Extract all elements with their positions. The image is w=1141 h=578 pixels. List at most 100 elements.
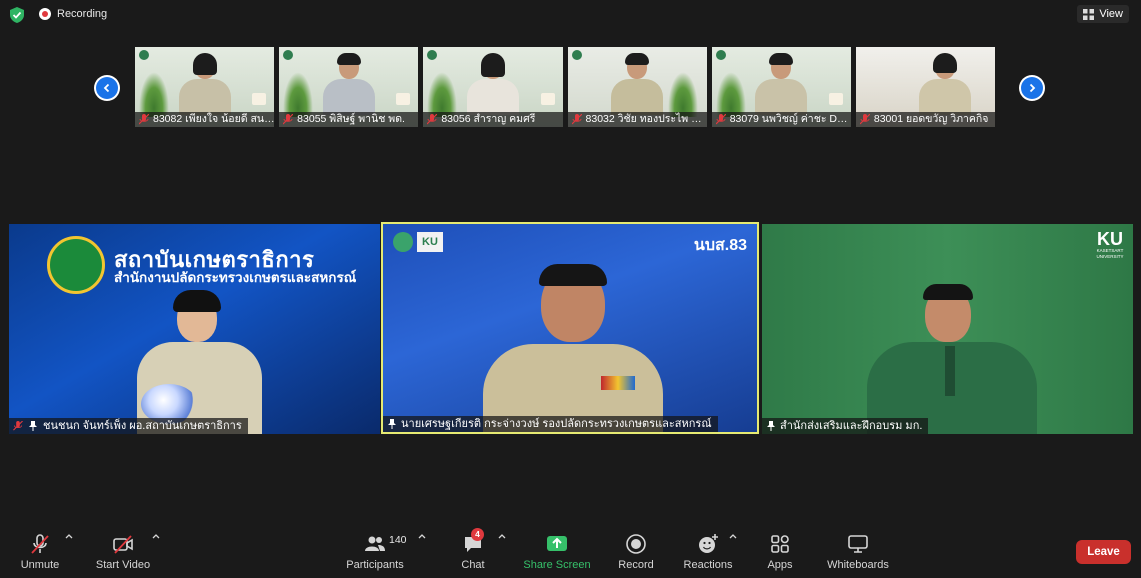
view-button[interactable]: View (1077, 5, 1129, 23)
record-dot-icon (39, 8, 51, 20)
video-tile-active-speaker[interactable]: KU นบส.83 นายเศรษฐเกียรติ กระจ่างวงษ์ รอ… (381, 222, 759, 434)
previous-page-button[interactable] (94, 75, 120, 101)
shield-check-icon[interactable] (10, 7, 24, 23)
participant-video (322, 53, 375, 115)
next-page-button[interactable] (1019, 75, 1045, 101)
program-brand: นบส.83 (693, 237, 747, 254)
banner-subtitle: สำนักงานปลัดกระทรวงเกษตรและสหกรณ์ (114, 270, 357, 285)
share-screen-button[interactable]: Share Screen (522, 522, 592, 578)
share-screen-icon (547, 536, 567, 551)
record-button[interactable]: Record (612, 522, 660, 578)
participant-video (755, 53, 808, 115)
pin-icon (767, 421, 775, 431)
participants-count: 140 (389, 534, 407, 546)
tile-caption: นายเศรษฐเกียรติ กระจ่างวงษ์ รองปลัดกระทร… (383, 416, 718, 432)
whiteboard-icon (848, 535, 868, 553)
mic-off-icon (139, 114, 149, 125)
mic-off-icon (283, 114, 294, 125)
unmute-label: Unmute (20, 559, 60, 571)
ku-logo: KU KASETSART UNIVERSITY (1095, 230, 1125, 260)
participant-name: 83001 ยอดขวัญ วิภาคกิจ (855, 112, 996, 127)
tile-caption: สำนักส่งเสริมและฝึกอบรม มก. (762, 418, 929, 434)
unmute-button[interactable]: Unmute (14, 522, 66, 578)
participant-video (867, 284, 1037, 434)
record-label: Record (618, 559, 654, 571)
chevron-up-icon[interactable] (498, 533, 506, 539)
plant-decor (139, 72, 169, 117)
tile-caption: ชนชนก จันทร์เพ็ง ผอ.สถาบันเกษตราธิการ (9, 418, 248, 434)
plant-decor (283, 72, 314, 117)
participant-name: 83056 สำราญ คมศรี (423, 112, 563, 127)
plant-decor (667, 72, 698, 117)
ribbon-badge (601, 376, 635, 390)
participant-name: 83032 วิชัย ทองประไพ กร... (567, 112, 707, 127)
participant-thumbnail[interactable]: 83032 วิชัย ทองประไพ กร... (567, 47, 707, 127)
start-video-button[interactable]: Start Video (92, 522, 154, 578)
mic-off-icon (427, 114, 438, 125)
participant-thumbnail[interactable]: 83056 สำราญ คมศรี (423, 47, 563, 127)
video-off-icon (113, 535, 133, 554)
apps-icon (771, 535, 789, 553)
logo-group: KU (393, 232, 443, 252)
logo-icon (715, 50, 726, 60)
chat-button[interactable]: Chat 4 (453, 522, 493, 578)
reactions-button[interactable]: Reactions (680, 522, 736, 578)
whiteboards-button[interactable]: Whiteboards (822, 522, 894, 578)
participant-thumbnail[interactable]: 83001 ยอดขวัญ วิภาคกิจ (855, 47, 996, 127)
pin-icon (29, 421, 37, 431)
chevron-right-icon (1029, 83, 1036, 93)
ku-logo: KU (417, 232, 443, 252)
leave-button[interactable]: Leave (1076, 540, 1131, 564)
participant-name: สำนักส่งเสริมและฝึกอบรม มก. (780, 420, 923, 432)
participant-thumbnail[interactable]: 83082 เพียงใจ น้อยดี สนง... (135, 47, 275, 127)
participant-name: ชนชนก จันทร์เพ็ง ผอ.สถาบันเกษตราธิการ (43, 420, 242, 432)
mic-off-icon (715, 114, 726, 125)
top-bar: Recording View (0, 0, 1141, 30)
participant-name: 83082 เพียงใจ น้อยดี สนง... (135, 112, 275, 127)
participant-video (611, 53, 664, 115)
participant-video (483, 264, 663, 432)
participants-label: Participants (346, 559, 404, 571)
participants-button[interactable]: Participants (342, 522, 408, 578)
share-screen-label: Share Screen (523, 559, 591, 571)
chevron-up-icon[interactable] (65, 533, 73, 539)
participant-video (466, 53, 519, 115)
mic-off-icon (571, 114, 582, 125)
people-icon (365, 536, 385, 551)
ministry-logo-icon (393, 232, 413, 252)
institute-seal-icon (47, 236, 105, 294)
reactions-label: Reactions (683, 559, 733, 571)
chevron-up-icon[interactable] (418, 533, 426, 539)
participant-thumbnail[interactable]: 83079 นพวิชญ์ ค่าชะ DO... (711, 47, 851, 127)
ku-logo-text: KU (1097, 229, 1123, 249)
participant-video (918, 53, 971, 115)
recording-indicator[interactable]: Recording (39, 8, 107, 20)
participant-name: 83055 พิสิษฐ์ พานิช พด. (279, 112, 419, 127)
record-icon (626, 534, 646, 554)
participant-strip: 83082 เพียงใจ น้อยดี สนง... 83055 พิสิษฐ… (135, 47, 996, 127)
chevron-left-icon (103, 83, 110, 93)
participant-thumbnail[interactable]: 83055 พิสิษฐ์ พานิช พด. (279, 47, 419, 127)
apps-label: Apps (767, 559, 793, 571)
recording-label: Recording (57, 8, 108, 20)
mic-muted-icon (31, 534, 49, 554)
mic-off-icon (13, 421, 23, 431)
logo-icon (571, 50, 582, 60)
chat-unread-badge: 4 (471, 528, 484, 541)
participant-name: 83079 นพวิชญ์ ค่าชะ DO... (711, 112, 851, 127)
mic-off-icon (859, 114, 870, 125)
meeting-toolbar: Unmute Start Video Participants 140 Chat… (0, 522, 1141, 578)
apps-button[interactable]: Apps (760, 522, 800, 578)
logo-icon (139, 50, 149, 60)
chevron-up-icon[interactable] (152, 533, 160, 539)
plant-decor (715, 72, 746, 117)
participant-name: นายเศรษฐเกียรติ กระจ่างวงษ์ รองปลัดกระทร… (401, 418, 712, 430)
view-label: View (1099, 8, 1123, 20)
chevron-up-icon[interactable] (729, 533, 737, 539)
emoji-plus-icon (699, 534, 718, 553)
video-tile-training-office[interactable]: KU KASETSART UNIVERSITY สำนักส่งเสริมและ… (762, 224, 1133, 434)
start-video-label: Start Video (95, 559, 151, 571)
video-tile-institute[interactable]: สถาบันเกษตราธิการ สำนักงานปลัดกระทรวงเกษ… (9, 224, 380, 434)
pin-icon (388, 419, 396, 429)
participant-video (178, 53, 231, 115)
